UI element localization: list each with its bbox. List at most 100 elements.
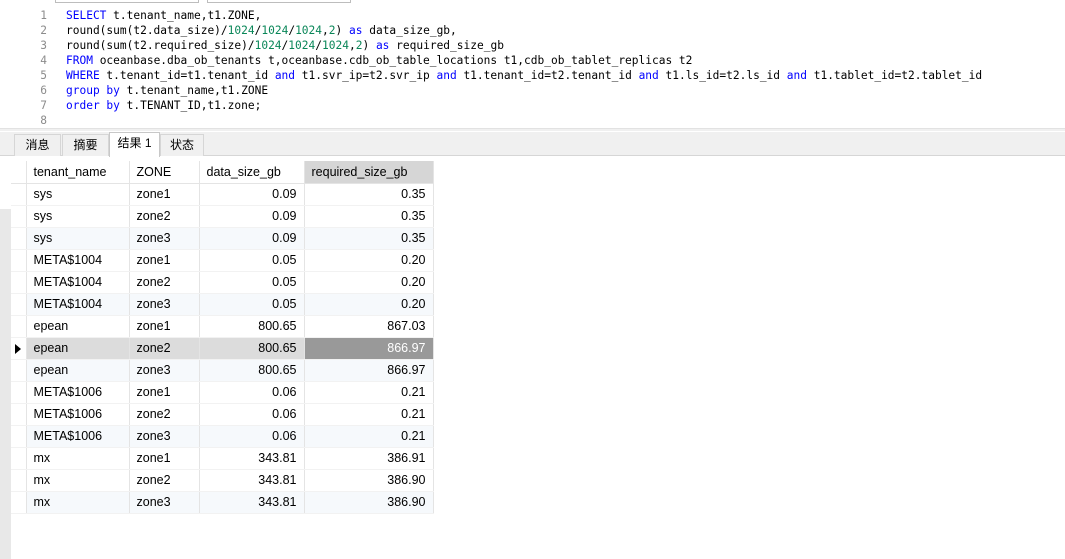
sql-editor[interactable]: 1 SELECT t.tenant_name,t1.ZONE, 2 round(sum… — [0, 6, 1065, 128]
cell-tenant-name[interactable]: sys — [26, 183, 130, 206]
table-row[interactable]: epean zone2 800.65 866.97 — [11, 337, 434, 360]
cell-zone[interactable]: zone1 — [129, 381, 200, 404]
cell-tenant-name[interactable]: epean — [26, 337, 130, 360]
cell-required-size-gb[interactable]: 386.90 — [304, 469, 434, 492]
cell-data-size-gb[interactable]: 343.81 — [199, 491, 305, 514]
table-row[interactable]: mx zone3 343.81 386.90 — [11, 491, 434, 514]
cell-zone[interactable]: zone1 — [129, 315, 200, 338]
table-row[interactable]: META$1006 zone3 0.06 0.21 — [11, 425, 434, 448]
code-line[interactable]: 1 SELECT t.tenant_name,t1.ZONE, — [0, 8, 1065, 23]
cell-data-size-gb[interactable]: 800.65 — [199, 315, 305, 338]
cell-required-size-gb[interactable]: 0.35 — [304, 183, 434, 206]
toolbar-field-left[interactable] — [55, 0, 199, 3]
table-row[interactable]: epean zone1 800.65 867.03 — [11, 315, 434, 338]
row-indicator[interactable] — [11, 403, 27, 426]
tab-3[interactable]: 结果 1 — [109, 132, 160, 157]
cell-zone[interactable]: zone1 — [129, 447, 200, 470]
cell-required-size-gb[interactable]: 0.35 — [304, 205, 434, 228]
table-row[interactable]: META$1004 zone3 0.05 0.20 — [11, 293, 434, 316]
table-row[interactable]: sys zone1 0.09 0.35 — [11, 183, 434, 206]
column-header-zone[interactable]: ZONE — [129, 161, 200, 184]
cell-data-size-gb[interactable]: 0.05 — [199, 293, 305, 316]
table-row[interactable]: META$1006 zone1 0.06 0.21 — [11, 381, 434, 404]
cell-zone[interactable]: zone3 — [129, 293, 200, 316]
cell-tenant-name[interactable]: epean — [26, 359, 130, 382]
tab-1[interactable]: 消息 — [14, 134, 61, 156]
code-line[interactable]: 2 round(sum(t2.data_size)/1024/1024/1024,… — [0, 23, 1065, 38]
row-indicator[interactable] — [11, 271, 27, 294]
row-indicator[interactable] — [11, 227, 27, 250]
table-row[interactable]: epean zone3 800.65 866.97 — [11, 359, 434, 382]
cell-tenant-name[interactable]: sys — [26, 205, 130, 228]
cell-tenant-name[interactable]: epean — [26, 315, 130, 338]
cell-tenant-name[interactable]: META$1006 — [26, 403, 130, 426]
row-indicator[interactable] — [11, 183, 27, 206]
table-row[interactable]: META$1006 zone2 0.06 0.21 — [11, 403, 434, 426]
cell-data-size-gb[interactable]: 343.81 — [199, 469, 305, 492]
column-header-required-size-gb[interactable]: required_size_gb — [304, 161, 434, 184]
cell-zone[interactable]: zone2 — [129, 403, 200, 426]
cell-zone[interactable]: zone3 — [129, 359, 200, 382]
cell-data-size-gb[interactable]: 0.09 — [199, 205, 305, 228]
cell-zone[interactable]: zone3 — [129, 425, 200, 448]
cell-required-size-gb[interactable]: 0.21 — [304, 403, 434, 426]
column-header-data-size-gb[interactable]: data_size_gb — [199, 161, 305, 184]
cell-required-size-gb[interactable]: 0.20 — [304, 249, 434, 272]
cell-zone[interactable]: zone2 — [129, 271, 200, 294]
cell-required-size-gb[interactable]: 386.90 — [304, 491, 434, 514]
cell-tenant-name[interactable]: META$1004 — [26, 249, 130, 272]
row-indicator[interactable] — [11, 249, 27, 272]
cell-required-size-gb[interactable]: 0.20 — [304, 293, 434, 316]
cell-data-size-gb[interactable]: 0.05 — [199, 271, 305, 294]
table-row[interactable]: META$1004 zone1 0.05 0.20 — [11, 249, 434, 272]
cell-tenant-name[interactable]: sys — [26, 227, 130, 250]
table-row[interactable]: META$1004 zone2 0.05 0.20 — [11, 271, 434, 294]
row-indicator[interactable] — [11, 447, 27, 470]
cell-data-size-gb[interactable]: 0.05 — [199, 249, 305, 272]
cell-required-size-gb[interactable]: 386.91 — [304, 447, 434, 470]
row-indicator[interactable] — [11, 337, 27, 360]
cell-required-size-gb[interactable]: 867.03 — [304, 315, 434, 338]
splitter[interactable] — [0, 128, 1065, 131]
row-indicator[interactable] — [11, 469, 27, 492]
table-row[interactable]: sys zone2 0.09 0.35 — [11, 205, 434, 228]
row-indicator[interactable] — [11, 425, 27, 448]
row-indicator[interactable] — [11, 359, 27, 382]
cell-tenant-name[interactable]: mx — [26, 447, 130, 470]
cell-data-size-gb[interactable]: 0.06 — [199, 403, 305, 426]
cell-required-size-gb[interactable]: 0.21 — [304, 381, 434, 404]
cell-data-size-gb[interactable]: 0.09 — [199, 227, 305, 250]
toolbar-field-right[interactable] — [207, 0, 351, 3]
cell-data-size-gb[interactable]: 0.06 — [199, 381, 305, 404]
table-row[interactable]: mx zone1 343.81 386.91 — [11, 447, 434, 470]
cell-data-size-gb[interactable]: 800.65 — [199, 337, 305, 360]
cell-zone[interactable]: zone1 — [129, 249, 200, 272]
cell-zone[interactable]: zone3 — [129, 227, 200, 250]
cell-tenant-name[interactable]: META$1006 — [26, 381, 130, 404]
row-indicator[interactable] — [11, 491, 27, 514]
cell-tenant-name[interactable]: META$1004 — [26, 293, 130, 316]
code-line[interactable]: 5 WHERE t.tenant_id=t1.tenant_id and t1.s… — [0, 68, 1065, 83]
left-scrollbar[interactable] — [0, 209, 11, 559]
cell-tenant-name[interactable]: mx — [26, 491, 130, 514]
code-line[interactable]: 6 group by t.tenant_name,t1.ZONE — [0, 83, 1065, 98]
cell-zone[interactable]: zone2 — [129, 205, 200, 228]
cell-tenant-name[interactable]: META$1006 — [26, 425, 130, 448]
cell-tenant-name[interactable]: mx — [26, 469, 130, 492]
code-line[interactable]: 7 order by t.TENANT_ID,t1.zone; — [0, 98, 1065, 113]
cell-zone[interactable]: zone3 — [129, 491, 200, 514]
cell-data-size-gb[interactable]: 800.65 — [199, 359, 305, 382]
cell-required-size-gb[interactable]: 866.97 — [304, 359, 434, 382]
row-indicator[interactable] — [11, 381, 27, 404]
code-line[interactable]: 8 — [0, 113, 1065, 128]
code-line[interactable]: 3 round(sum(t2.required_size)/1024/1024/1… — [0, 38, 1065, 53]
cell-required-size-gb[interactable]: 866.97 — [304, 337, 434, 360]
tab-4[interactable]: 状态 — [160, 134, 204, 156]
table-row[interactable]: mx zone2 343.81 386.90 — [11, 469, 434, 492]
cell-data-size-gb[interactable]: 0.06 — [199, 425, 305, 448]
column-header-tenant-name[interactable]: tenant_name — [26, 161, 130, 184]
cell-required-size-gb[interactable]: 0.20 — [304, 271, 434, 294]
cell-tenant-name[interactable]: META$1004 — [26, 271, 130, 294]
row-indicator[interactable] — [11, 315, 27, 338]
cell-required-size-gb[interactable]: 0.21 — [304, 425, 434, 448]
